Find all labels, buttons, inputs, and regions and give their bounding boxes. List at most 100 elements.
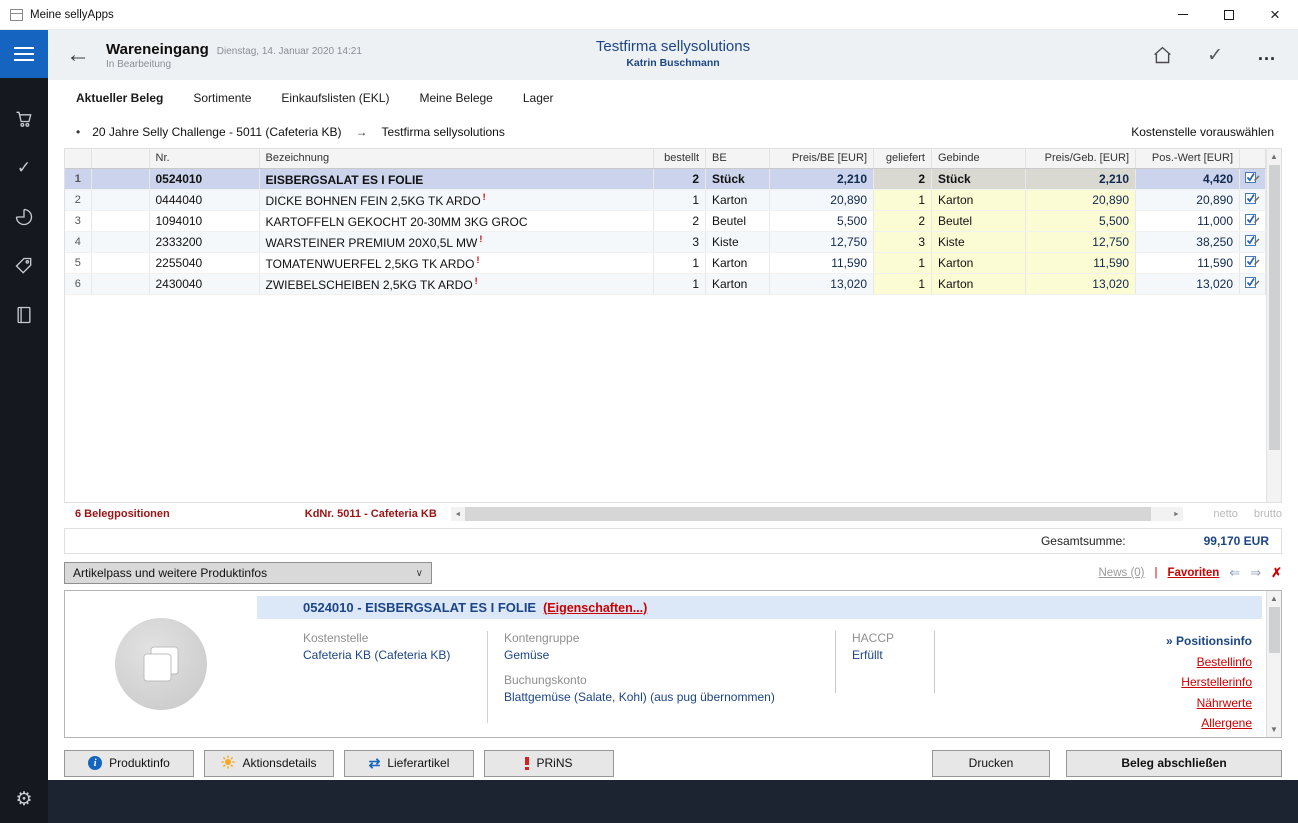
scroll-left-icon[interactable]: ◄ — [451, 507, 465, 521]
cart-icon[interactable] — [13, 108, 35, 130]
brutto-toggle[interactable]: brutto — [1254, 508, 1282, 520]
cell-preis-geb[interactable]: 5,500 — [1026, 210, 1136, 231]
tab-aktueller-beleg[interactable]: Aktueller Beleg — [76, 91, 163, 105]
column-header-geliefert[interactable]: geliefert — [874, 149, 932, 168]
produktinfo-button[interactable]: i Produktinfo — [64, 750, 194, 777]
cell-gebinde[interactable]: Karton — [932, 189, 1026, 210]
prins-button[interactable]: PRiNS — [484, 750, 614, 777]
kostenstelle-vorauswaehlen-link[interactable]: Kostenstelle vorauswählen — [1131, 125, 1274, 139]
scroll-down-icon[interactable]: ▼ — [1267, 722, 1281, 737]
kontengruppe-value: Gemüse — [504, 648, 819, 662]
tab-lager[interactable]: Lager — [523, 91, 554, 105]
column-header-pos-wert[interactable]: Pos.-Wert [EUR] — [1136, 149, 1240, 168]
eigenschaften-link[interactable]: (Eigenschaften...) — [543, 601, 647, 615]
cell-geliefert[interactable]: 1 — [874, 189, 932, 210]
lieferartikel-button[interactable]: ⇄ Lieferartikel — [344, 750, 474, 777]
back-button[interactable]: ← — [66, 43, 90, 67]
news-link[interactable]: News (0) — [1099, 567, 1145, 579]
cell-gebinde[interactable]: Karton — [932, 252, 1026, 273]
approve-icon[interactable]: ✓ — [1207, 44, 1223, 67]
tab-sortimente[interactable]: Sortimente — [193, 91, 251, 105]
product-detail-columns: Kostenstelle Cafeteria KB (Cafeteria KB)… — [257, 619, 1266, 737]
edit-check-icon[interactable] — [1240, 231, 1266, 252]
scrollbar-thumb[interactable] — [465, 507, 1152, 521]
table-row[interactable]: 1 0524010 EISBERGSALAT ES I FOLIE 2 Stüc… — [65, 168, 1266, 189]
product-image-placeholder[interactable] — [115, 618, 207, 710]
cell-gebinde[interactable]: Beutel — [932, 210, 1026, 231]
cell-geliefert[interactable]: 1 — [874, 273, 932, 294]
column-header-nr[interactable]: Nr. — [149, 149, 259, 168]
action-button-row: i Produktinfo Aktionsdetails ⇄ Lieferart… — [64, 746, 1282, 780]
column-header-bezeichnung[interactable]: Bezeichnung — [259, 149, 654, 168]
nav-right-icon[interactable]: ⇒ — [1250, 565, 1261, 581]
panel-scrollbar[interactable]: ▲ ▼ — [1266, 591, 1281, 737]
product-info-dropdown[interactable]: Artikelpass und weitere Produktinfos ∨ — [64, 562, 432, 584]
horizontal-scrollbar[interactable]: ◄ ► — [451, 507, 1184, 521]
beleg-abschliessen-button[interactable]: Beleg abschließen — [1066, 750, 1282, 777]
cell-gebinde[interactable]: Stück — [932, 168, 1026, 189]
tab-einkaufslisten[interactable]: Einkaufslisten (EKL) — [281, 91, 389, 105]
price-tag-icon[interactable] — [13, 255, 35, 277]
cell-preis-geb[interactable]: 2,210 — [1026, 168, 1136, 189]
column-header-preis-be[interactable]: Preis/BE [EUR] — [770, 149, 874, 168]
checkmark-icon[interactable]: ✓ — [13, 157, 35, 179]
table-row[interactable]: 5 2255040 TOMATENWUERFEL 2,5KG TK ARDO! … — [65, 252, 1266, 273]
breadcrumb-source[interactable]: 20 Jahre Selly Challenge - 5011 (Cafeter… — [92, 125, 341, 139]
breadcrumb-target[interactable]: Testfirma sellysolutions — [381, 125, 504, 139]
tab-meine-belege[interactable]: Meine Belege — [419, 91, 492, 105]
minimize-button[interactable] — [1160, 0, 1206, 29]
column-header-gebinde[interactable]: Gebinde — [932, 149, 1026, 168]
pie-chart-icon[interactable] — [13, 206, 35, 228]
netto-toggle[interactable]: netto — [1213, 508, 1237, 520]
scrollbar-thumb[interactable] — [1269, 607, 1280, 653]
cell-geliefert[interactable]: 2 — [874, 168, 932, 189]
cell-gebinde[interactable]: Karton — [932, 273, 1026, 294]
column-header-preis-geb[interactable]: Preis/Geb. [EUR] — [1026, 149, 1136, 168]
cell-preis-geb[interactable]: 13,020 — [1026, 273, 1136, 294]
more-options-icon[interactable]: … — [1257, 44, 1278, 66]
favorites-link[interactable]: Favoriten — [1168, 567, 1220, 579]
table-row[interactable]: 2 0444040 DICKE BOHNEN FEIN 2,5KG TK ARD… — [65, 189, 1266, 210]
scroll-right-icon[interactable]: ► — [1169, 507, 1183, 521]
allergene-link[interactable]: Allergene — [1166, 713, 1252, 734]
hamburger-menu-button[interactable] — [0, 30, 48, 78]
cell-geliefert[interactable]: 3 — [874, 231, 932, 252]
app-icon — [10, 9, 23, 21]
naehrwerte-link[interactable]: Nährwerte — [1166, 693, 1252, 714]
cell-preis-geb[interactable]: 12,750 — [1026, 231, 1136, 252]
scrollbar-thumb[interactable] — [1269, 165, 1280, 450]
settings-gear-icon[interactable]: ⚙ — [15, 788, 32, 811]
catalog-icon[interactable] — [13, 304, 35, 326]
home-icon[interactable] — [1152, 45, 1173, 66]
cell-nr: 2333200 — [149, 231, 259, 252]
edit-check-icon[interactable] — [1240, 168, 1266, 189]
positionsinfo-link[interactable]: » Positionsinfo — [1166, 631, 1252, 652]
cell-geliefert[interactable]: 1 — [874, 252, 932, 273]
edit-check-icon[interactable] — [1240, 210, 1266, 231]
aktionsdetails-button[interactable]: Aktionsdetails — [204, 750, 334, 777]
edit-check-icon[interactable] — [1240, 252, 1266, 273]
app-shell: ✓ ⚙ ← Wareneingang Dienstag, 14. Januar … — [0, 30, 1298, 823]
product-image-area — [65, 591, 257, 737]
table-row[interactable]: 6 2430040 ZWIEBELSCHEIBEN 2,5KG TK ARDO!… — [65, 273, 1266, 294]
edit-check-icon[interactable] — [1240, 189, 1266, 210]
table-row[interactable]: 3 1094010 KARTOFFELN GEKOCHT 20-30MM 3KG… — [65, 210, 1266, 231]
scroll-up-icon[interactable]: ▲ — [1267, 591, 1281, 606]
bestellinfo-link[interactable]: Bestellinfo — [1166, 652, 1252, 673]
column-header-be[interactable]: BE — [706, 149, 770, 168]
cell-preis-geb[interactable]: 11,590 — [1026, 252, 1136, 273]
scroll-up-icon[interactable]: ▲ — [1267, 149, 1281, 164]
table-row[interactable]: 4 2333200 WARSTEINER PREMIUM 20X0,5L MW!… — [65, 231, 1266, 252]
cell-geliefert[interactable]: 2 — [874, 210, 932, 231]
drucken-button[interactable]: Drucken — [932, 750, 1050, 777]
cell-preis-geb[interactable]: 20,890 — [1026, 189, 1136, 210]
nav-left-icon[interactable]: ⇐ — [1229, 565, 1240, 581]
close-button[interactable]: × — [1252, 0, 1298, 29]
vertical-scrollbar[interactable]: ▲ — [1266, 149, 1281, 502]
edit-check-icon[interactable] — [1240, 273, 1266, 294]
herstellerinfo-link[interactable]: Herstellerinfo — [1166, 672, 1252, 693]
close-panel-icon[interactable]: ✗ — [1271, 565, 1282, 581]
maximize-button[interactable] — [1206, 0, 1252, 29]
cell-gebinde[interactable]: Kiste — [932, 231, 1026, 252]
column-header-bestellt[interactable]: bestellt — [654, 149, 706, 168]
